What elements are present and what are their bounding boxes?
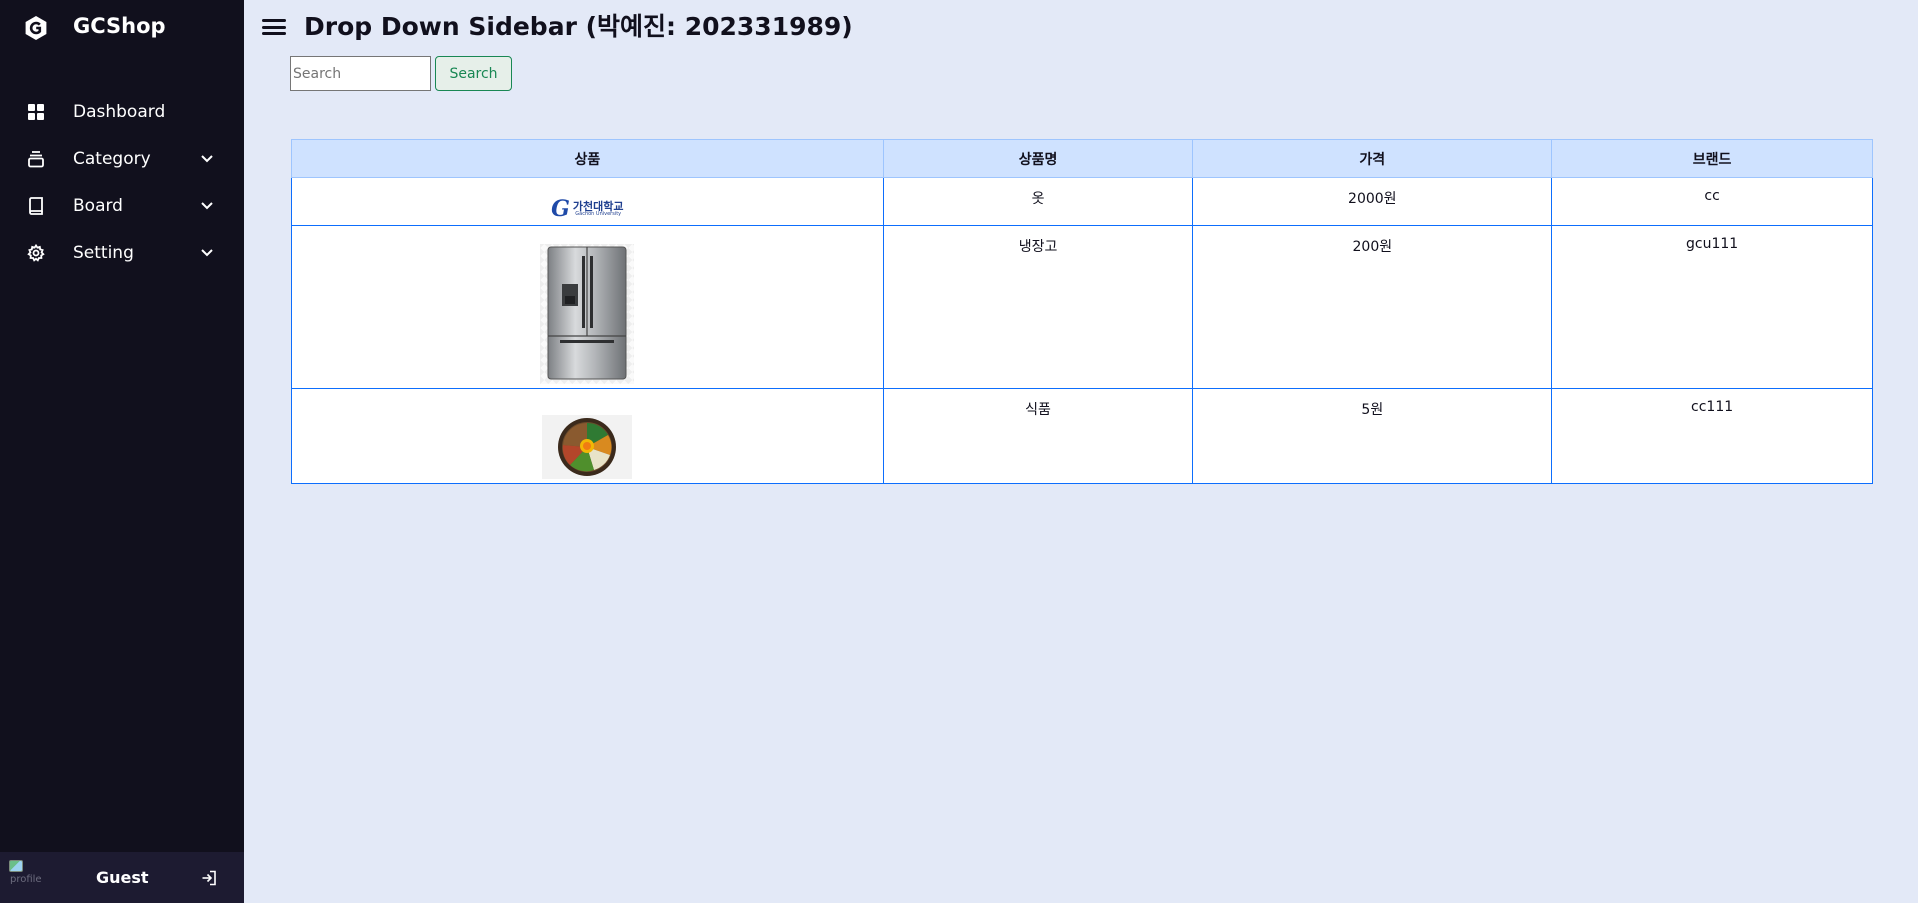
page-title: Drop Down Sidebar (박예진: 202331989) [304, 12, 853, 41]
bibimbap-photo[interactable] [542, 415, 633, 479]
logo-text-en: Gachon University [575, 211, 622, 217]
product-price-cell: 2000원 [1192, 177, 1553, 226]
logo-text: 가천대학교 Gachon University [573, 201, 624, 217]
sidebar-item-label: Board [73, 195, 123, 216]
sidebar-item-board[interactable]: Board [0, 182, 244, 229]
profile-name: Guest [96, 868, 149, 887]
table-row[interactable]: 냉장고 200원 gcu111 [291, 225, 1873, 389]
table-header-row: 상품 상품명 가격 브랜드 [291, 139, 1873, 178]
product-price-cell: 200원 [1192, 225, 1553, 389]
product-image-cell: G 가천대학교 Gachon University [291, 177, 884, 226]
product-name-cell: 식품 [882, 388, 1194, 484]
logo[interactable]: GCShop [22, 12, 166, 44]
sidebar-menu: Dashboard Category Board Setting [0, 88, 244, 276]
product-brand-cell: gcu111 [1551, 225, 1873, 389]
chevron-down-icon[interactable] [199, 245, 215, 261]
main-content: Drop Down Sidebar (박예진: 202331989) Searc… [244, 0, 1918, 903]
broken-image-icon [9, 860, 23, 872]
sidebar-item-setting[interactable]: Setting [0, 229, 244, 276]
dashboard-grid-icon [26, 102, 46, 122]
logout-icon[interactable] [200, 869, 218, 887]
sidebar-item-label: Setting [73, 242, 134, 263]
chevron-down-icon[interactable] [199, 198, 215, 214]
profile-section: profile Guest [0, 852, 244, 903]
table-row[interactable]: 식품 5원 cc111 [291, 388, 1873, 484]
product-price-cell: 5원 [1192, 388, 1553, 484]
gear-icon [26, 243, 46, 263]
sidebar-item-category[interactable]: Category [0, 135, 244, 182]
product-image-cell [291, 388, 884, 484]
product-name-cell: 옷 [882, 177, 1194, 226]
column-header: 상품명 [882, 139, 1194, 178]
column-header: 브랜드 [1551, 139, 1873, 178]
product-image-cell [291, 225, 884, 389]
gcshop-logo-icon [22, 14, 50, 42]
sidebar-item-label: Category [73, 148, 151, 169]
avatar: profile [9, 860, 53, 896]
sidebar-item-label: Dashboard [73, 101, 166, 122]
category-stack-icon [26, 149, 46, 169]
logo-name: GCShop [73, 14, 166, 38]
product-name-cell: 냉장고 [882, 225, 1194, 389]
search-form: Search [290, 56, 512, 91]
sidebar: GCShop Dashboard Category Board Setting … [0, 0, 244, 903]
gachon-university-logo[interactable]: G 가천대학교 Gachon University [551, 198, 623, 220]
table-row[interactable]: G 가천대학교 Gachon University 옷 2000원 cc [291, 177, 1873, 226]
avatar-alt-text: profile [10, 874, 42, 885]
product-brand-cell: cc [1551, 177, 1873, 226]
g-logo-mark: G [551, 196, 570, 222]
product-brand-cell: cc111 [1551, 388, 1873, 484]
menu-toggle-icon[interactable] [262, 16, 286, 38]
header-bar: Drop Down Sidebar (박예진: 202331989) [262, 10, 853, 44]
column-header: 상품 [291, 139, 884, 178]
sidebar-item-dashboard[interactable]: Dashboard [0, 88, 244, 135]
search-button[interactable]: Search [435, 56, 512, 91]
product-table: 상품 상품명 가격 브랜드 G 가천대학교 Gachon University [291, 139, 1873, 484]
search-input[interactable] [290, 56, 431, 91]
book-icon [26, 196, 46, 216]
column-header: 가격 [1192, 139, 1553, 178]
refrigerator-photo[interactable] [540, 244, 635, 384]
chevron-down-icon[interactable] [199, 151, 215, 167]
